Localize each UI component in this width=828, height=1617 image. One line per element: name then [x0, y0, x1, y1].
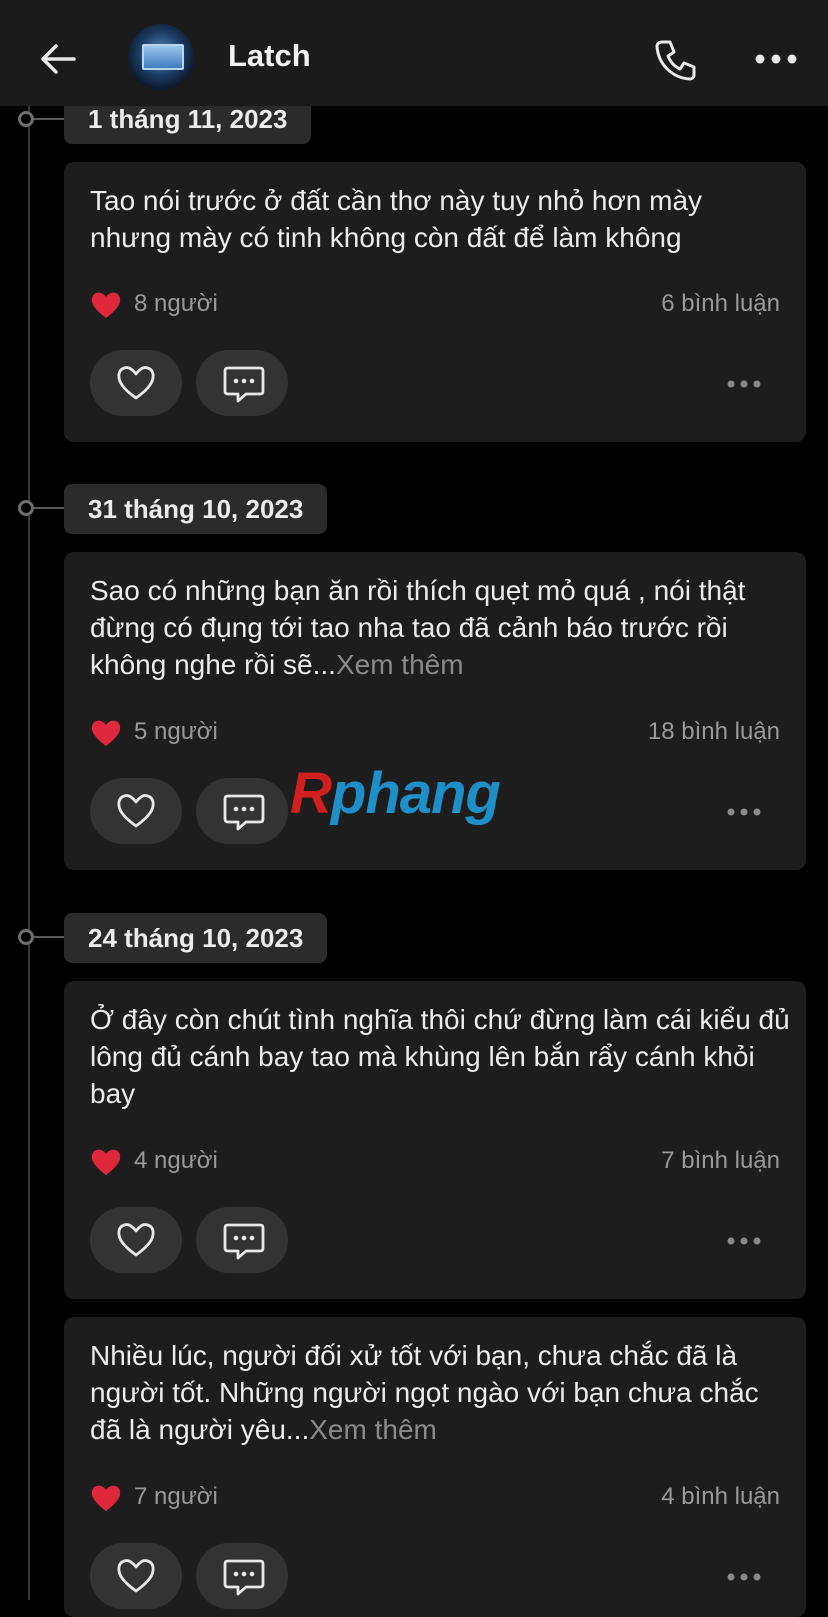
- timeline-line: [28, 106, 30, 1600]
- like-count[interactable]: 7 người: [134, 1483, 218, 1511]
- comment-button[interactable]: [196, 778, 288, 844]
- comment-count[interactable]: 4 bình luận: [661, 1483, 780, 1511]
- comment-button[interactable]: [196, 1543, 288, 1609]
- comment-count[interactable]: 6 bình luận: [661, 290, 780, 318]
- comment-icon: [223, 1559, 265, 1596]
- post-text: Ở đây còn chút tình nghĩa thôi chứ đừng …: [90, 1004, 790, 1109]
- post-text: Tao nói trước ở đất cần thơ này tuy nhỏ …: [90, 185, 703, 253]
- post-text: Nhiều lúc, người đối xử tốt với bạn, chư…: [90, 1340, 759, 1445]
- comment-button[interactable]: [196, 1207, 288, 1273]
- timeline-node: [18, 500, 34, 516]
- avatar[interactable]: [128, 24, 194, 90]
- like-button[interactable]: [90, 778, 182, 844]
- timeline-node: [18, 929, 34, 945]
- post-card[interactable]: Nhiều lúc, người đối xử tốt với bạn, chư…: [64, 1317, 806, 1617]
- post-stats: 7 người 4 bình luận: [90, 1481, 780, 1515]
- post-text: Sao có những bạn ăn rồi thích quẹt mỏ qu…: [90, 575, 746, 680]
- post-more-icon[interactable]: [726, 1572, 762, 1582]
- heart-reaction-icon: [91, 720, 121, 746]
- heart-reaction-icon: [91, 292, 121, 318]
- post-stats: 8 người 6 bình luận: [90, 288, 780, 322]
- more-icon[interactable]: [754, 52, 798, 66]
- timeline-tick: [34, 507, 64, 509]
- date-label: 31 tháng 10, 2023: [64, 484, 328, 534]
- phone-icon[interactable]: [652, 36, 700, 84]
- see-more-link[interactable]: Xem thêm: [336, 649, 464, 680]
- post-more-icon[interactable]: [726, 1236, 762, 1246]
- heart-icon: [117, 366, 155, 400]
- post-more-icon[interactable]: [726, 379, 762, 389]
- like-button[interactable]: [90, 1207, 182, 1273]
- heart-reaction-icon: [91, 1149, 121, 1175]
- post-card[interactable]: Ở đây còn chút tình nghĩa thôi chứ đừng …: [64, 981, 806, 1299]
- back-arrow-icon[interactable]: [36, 37, 80, 81]
- comment-button[interactable]: [196, 350, 288, 416]
- app-header: Latch: [0, 0, 828, 106]
- comment-icon: [223, 794, 265, 831]
- heart-icon: [117, 1223, 155, 1257]
- like-count[interactable]: 8 người: [134, 290, 218, 318]
- comment-count[interactable]: 7 bình luận: [661, 1147, 780, 1175]
- heart-icon: [117, 1559, 155, 1593]
- date-label: 24 tháng 10, 2023: [64, 913, 328, 963]
- heart-icon: [117, 794, 155, 828]
- like-count[interactable]: 4 người: [134, 1147, 218, 1175]
- post-more-icon[interactable]: [726, 807, 762, 817]
- see-more-link[interactable]: Xem thêm: [309, 1414, 437, 1445]
- heart-reaction-icon: [91, 1485, 121, 1511]
- comment-count[interactable]: 18 bình luận: [648, 718, 780, 746]
- comment-icon: [223, 1223, 265, 1260]
- avatar-image: [142, 44, 184, 70]
- post-stats: 4 người 7 bình luận: [90, 1145, 780, 1179]
- watermark-logo: Rphang: [290, 761, 501, 826]
- timeline-node: [18, 111, 34, 127]
- like-button[interactable]: [90, 1543, 182, 1609]
- post-stats: 5 người 18 bình luận: [90, 716, 780, 750]
- comment-icon: [223, 366, 265, 403]
- profile-name[interactable]: Latch: [228, 38, 311, 74]
- like-button[interactable]: [90, 350, 182, 416]
- timeline-tick: [34, 118, 64, 120]
- timeline-tick: [34, 936, 64, 938]
- post-card[interactable]: Tao nói trước ở đất cần thơ này tuy nhỏ …: [64, 162, 806, 442]
- like-count[interactable]: 5 người: [134, 718, 218, 746]
